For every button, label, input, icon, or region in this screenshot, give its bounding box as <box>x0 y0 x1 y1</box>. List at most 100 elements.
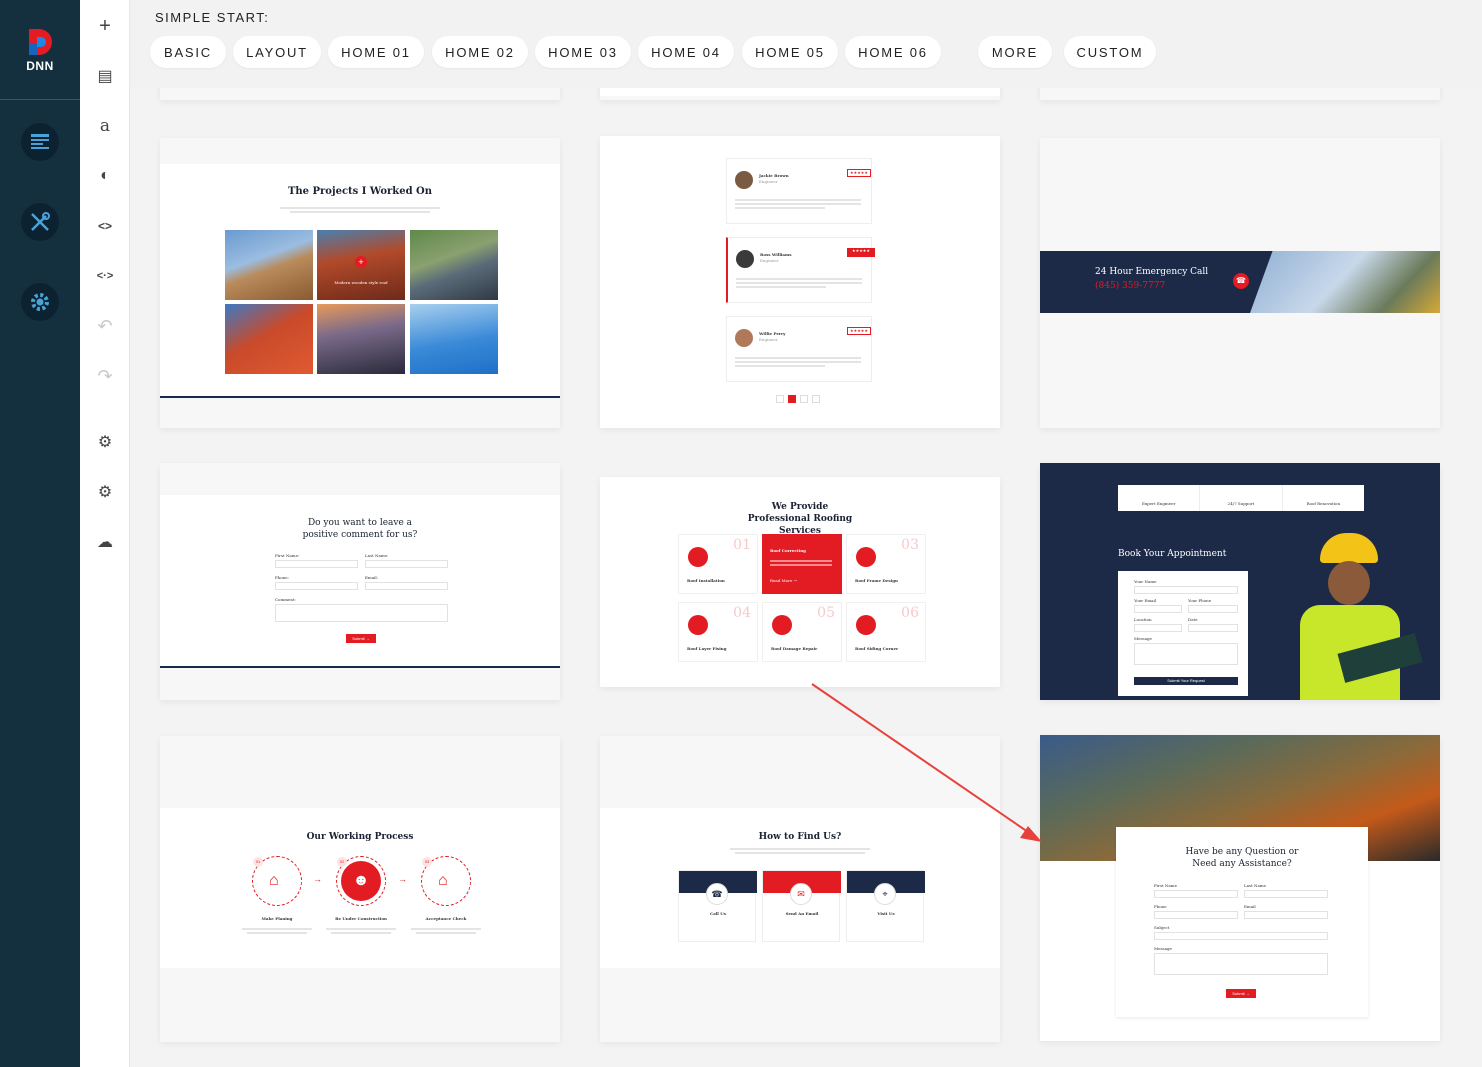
stars-badge: ★★★★★ <box>847 169 871 177</box>
redo-icon[interactable]: ↷ <box>80 361 130 391</box>
phone-field[interactable] <box>275 582 358 590</box>
testimonial-card: Ross Williams Engineer ★★★★★ <box>726 237 875 303</box>
cogs-icon[interactable]: ⚙ <box>80 427 130 457</box>
field-label: Comment: <box>275 597 296 602</box>
phone-icon: ☎ <box>706 883 728 905</box>
field-label: Email: <box>365 575 379 580</box>
testimonial-role: Engineer <box>759 337 778 342</box>
appointment-title: Book Your Appointment <box>1118 549 1227 559</box>
submit-button[interactable]: Submit → <box>346 634 376 643</box>
project-image: + Modern wooden style roof <box>317 230 405 300</box>
comment-title: Do you want to leave a positive comment … <box>302 518 418 540</box>
contact-box: ✉ Send An Email <box>762 870 841 942</box>
subject-field[interactable] <box>1154 932 1328 940</box>
tab-home-04[interactable]: HOME 04 <box>638 36 734 68</box>
field-label: Your Name <box>1134 579 1157 584</box>
date-field[interactable] <box>1188 624 1238 632</box>
tab-basic[interactable]: BASIC <box>150 36 226 68</box>
last-name-field[interactable] <box>365 560 448 568</box>
font-icon[interactable]: a <box>80 111 130 141</box>
settings-icon[interactable]: ⚙ <box>80 477 130 507</box>
field-label: Email <box>1244 904 1256 909</box>
template-card-question[interactable]: Have be any Question or Need any Assista… <box>1040 735 1440 1041</box>
submit-request-button[interactable]: Submit Your Request <box>1134 677 1238 685</box>
tab-home-03[interactable]: HOME 03 <box>535 36 631 68</box>
name-field[interactable] <box>1134 586 1238 594</box>
document-icon[interactable]: ▤ <box>80 61 130 91</box>
code-icon[interactable]: <> <box>80 211 130 241</box>
tab-expert-engineer: Expert Engineer <box>1118 485 1201 511</box>
service-label: Roof Installation <box>687 578 725 583</box>
service-number: 05 <box>817 605 835 621</box>
tab-home-02[interactable]: HOME 02 <box>432 36 528 68</box>
logo-text: DNN <box>26 58 54 73</box>
stars-badge: ★★★★★ <box>847 248 875 257</box>
service-item: 04 Roof Layer Fixing <box>678 602 758 662</box>
tools-icon <box>31 212 50 231</box>
contrast-icon[interactable]: ◐ <box>80 161 130 191</box>
submit-button[interactable]: Submit → <box>1226 989 1256 998</box>
field-label: Subject <box>1154 925 1170 930</box>
step-label: Be Under Construction <box>335 916 387 921</box>
persona-bar: DNN <box>0 0 80 1067</box>
cloud-download-icon[interactable]: ☁ <box>80 527 130 557</box>
tab-custom[interactable]: CUSTOM <box>1064 36 1156 68</box>
tab-home-05[interactable]: HOME 05 <box>742 36 838 68</box>
sidebar-item-tools[interactable] <box>21 203 59 241</box>
contact-box: ☎ Call Us <box>678 870 757 942</box>
page-icon <box>31 134 49 149</box>
email-field[interactable] <box>1134 605 1182 613</box>
sidebar-item-settings[interactable] <box>21 283 59 321</box>
template-card-find-us[interactable]: How to Find Us? ☎ Call Us ✉ Send An Emai… <box>600 736 1000 1042</box>
message-field[interactable] <box>1154 953 1328 975</box>
contact-label: Call Us <box>710 911 726 916</box>
field-label: Last Name <box>1244 883 1267 888</box>
comment-field[interactable] <box>275 604 448 622</box>
service-item: 06 Roof Siding Corner <box>846 602 926 662</box>
testimonial-name: Jackie Brown <box>759 173 789 178</box>
template-card-appointment[interactable]: Expert Engineer 24/7 Support Roof Renova… <box>1040 463 1440 700</box>
field-label: Phone <box>1154 904 1167 909</box>
email-field[interactable] <box>1244 911 1328 919</box>
service-item: 05 Roof Damage Repair <box>762 602 842 662</box>
plus-icon[interactable]: + <box>80 11 130 41</box>
template-card-projects[interactable]: The Projects I Worked On + Modern wooden… <box>160 138 560 428</box>
first-name-field[interactable] <box>1154 890 1238 898</box>
template-gallery: SIMPLE START: BASIC LAYOUT HOME 01 HOME … <box>130 0 1482 1067</box>
step-label: Make Planing <box>261 916 293 921</box>
dnn-logo[interactable]: DNN <box>0 0 80 100</box>
project-image <box>225 230 313 300</box>
find-us-title: How to Find Us? <box>758 832 842 842</box>
template-card-process[interactable]: Our Working Process 01 ⌂ 02 ☻ 03 ⌂ → → M… <box>160 736 560 1042</box>
phone-field[interactable] <box>1188 605 1238 613</box>
phone-field[interactable] <box>1154 911 1238 919</box>
category-bar: SIMPLE START: BASIC LAYOUT HOME 01 HOME … <box>130 0 1482 88</box>
sidebar-item-content[interactable] <box>21 123 59 161</box>
avatar <box>736 250 754 268</box>
location-field[interactable] <box>1134 624 1182 632</box>
template-card-comment[interactable]: Do you want to leave a positive comment … <box>160 463 560 700</box>
template-card-testimonials[interactable]: Jackie Brown Engineer ★★★★★ Ross William… <box>600 136 1000 428</box>
resize-icon[interactable]: <·> <box>80 261 130 291</box>
tab-layout[interactable]: LAYOUT <box>233 36 321 68</box>
service-label: Roof Siding Corner <box>855 646 899 651</box>
tab-home-06[interactable]: HOME 06 <box>845 36 941 68</box>
testimonial-card: Willie Perry Engineer ★★★★★ <box>726 316 872 382</box>
project-image <box>410 304 498 374</box>
tab-more[interactable]: MORE <box>978 36 1052 68</box>
roof-icon <box>772 615 792 635</box>
message-field[interactable] <box>1134 643 1238 665</box>
email-field[interactable] <box>365 582 448 590</box>
template-card-services[interactable]: We Provide Professional Roofing Services… <box>600 477 1000 687</box>
plus-icon: + <box>355 256 367 268</box>
last-name-field[interactable] <box>1244 890 1328 898</box>
field-label: Location <box>1134 617 1152 622</box>
tab-home-01[interactable]: HOME 01 <box>328 36 424 68</box>
read-more-link[interactable]: Read More → <box>770 578 797 583</box>
first-name-field[interactable] <box>275 560 358 568</box>
house-check-icon: ⌂ <box>438 872 448 889</box>
undo-icon[interactable]: ↶ <box>80 311 130 341</box>
template-card-emergency[interactable]: 24 Hour Emergency Call (845) 359-7777 ☎ <box>1040 138 1440 428</box>
stars-badge: ★★★★★ <box>847 327 871 335</box>
service-item: 03 Roof Frame Design <box>846 534 926 594</box>
